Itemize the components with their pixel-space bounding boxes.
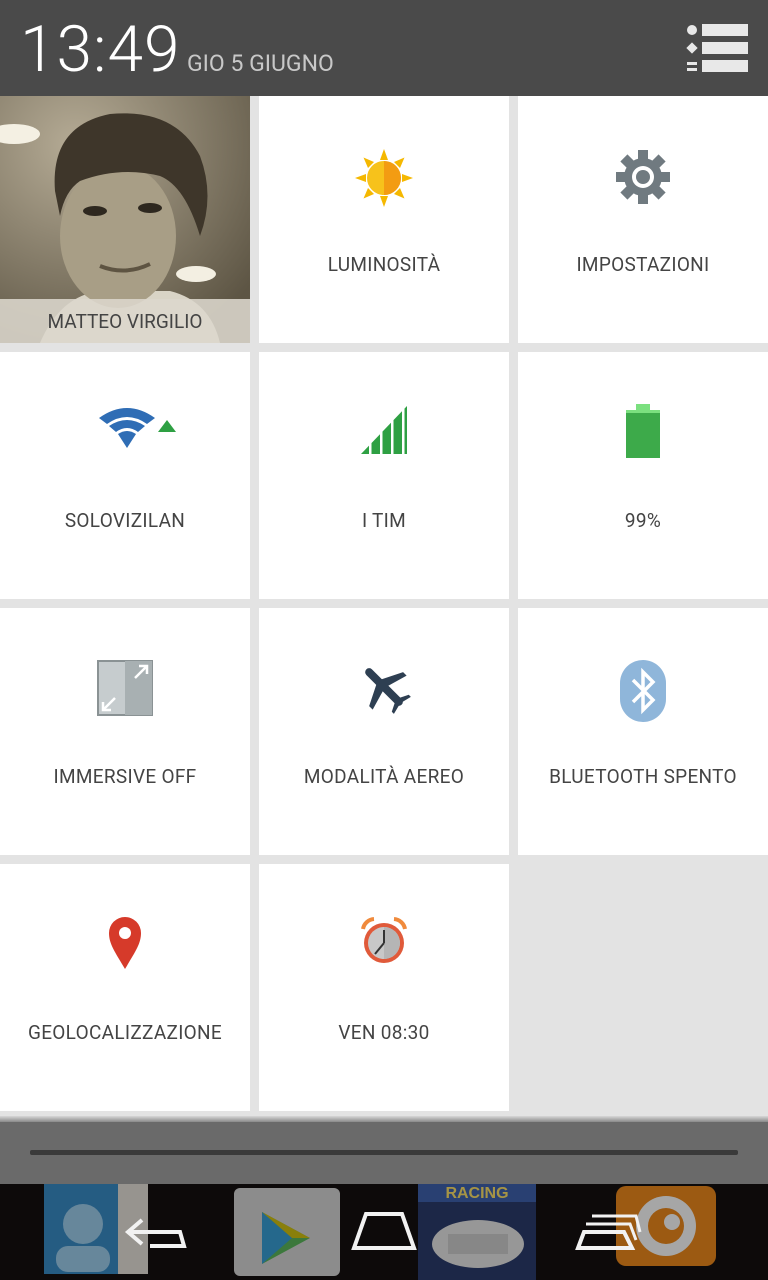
alarm-label: VEN 08:30 [338, 1021, 430, 1044]
brightness-tile[interactable]: LUMINOSITÀ [259, 96, 509, 343]
user-name: MATTEO VIRGILIO [0, 299, 250, 343]
home-icon [351, 1212, 417, 1250]
notifications-list-button[interactable] [684, 20, 752, 78]
airplane-label: MODALITÀ AEREO [303, 765, 465, 788]
back-icon [124, 1218, 187, 1248]
quick-settings-grid: MATTEO VIRGILIO LUMINOSITÀ IMPOSTAZIONI … [0, 96, 768, 1116]
battery-icon [626, 404, 660, 458]
clock-time: 13:49 [20, 12, 181, 87]
list-menu-icon [686, 24, 748, 72]
status-header: 13:49 GIO 5 GIUGNO [0, 0, 768, 96]
wifi-label: SOLOVIZILAN [64, 509, 186, 532]
back-button[interactable] [116, 1202, 196, 1262]
location-label: GEOLOCALIZZAZIONE [27, 1021, 223, 1044]
carrier-label: I TIM [361, 509, 407, 532]
airplane-icon [365, 668, 411, 714]
navigation-bar: RACING [0, 1184, 768, 1280]
user-profile-tile[interactable]: MATTEO VIRGILIO [0, 96, 250, 343]
bluetooth-tile[interactable]: BLUETOOTH SPENTO [518, 608, 768, 855]
panel-drag-handle[interactable] [0, 1116, 768, 1184]
wifi-tile[interactable]: SOLOVIZILAN [0, 352, 250, 599]
recent-apps-icon [575, 1214, 642, 1250]
settings-tile[interactable]: IMPOSTAZIONI [518, 96, 768, 343]
home-button[interactable] [344, 1202, 424, 1262]
signal-icon [361, 404, 407, 456]
brightness-label: LUMINOSITÀ [327, 253, 441, 276]
location-pin-icon [109, 917, 141, 969]
sun-icon [355, 149, 413, 207]
battery-tile[interactable]: 99% [518, 352, 768, 599]
bluetooth-label: BLUETOOTH SPENTO [549, 765, 737, 788]
alarm-tile[interactable]: VEN 08:30 [259, 864, 509, 1111]
location-tile[interactable]: GEOLOCALIZZAZIONE [0, 864, 250, 1111]
immersive-mode-tile[interactable]: IMMERSIVE OFF [0, 608, 250, 855]
immersive-icon [97, 660, 153, 716]
immersive-label: IMMERSIVE OFF [53, 765, 197, 788]
wifi-icon [99, 408, 176, 448]
mobile-signal-tile[interactable]: I TIM [259, 352, 509, 599]
alarm-clock-icon [361, 917, 407, 963]
settings-label: IMPOSTAZIONI [576, 253, 710, 276]
bluetooth-icon [620, 660, 666, 722]
gear-icon [616, 150, 670, 204]
airplane-mode-tile[interactable]: MODALITÀ AEREO [259, 608, 509, 855]
battery-label: 99% [624, 509, 662, 532]
recent-apps-button[interactable] [570, 1202, 650, 1262]
clock-date: GIO 5 GIUGNO [187, 50, 334, 77]
handle-bar[interactable] [30, 1150, 738, 1155]
